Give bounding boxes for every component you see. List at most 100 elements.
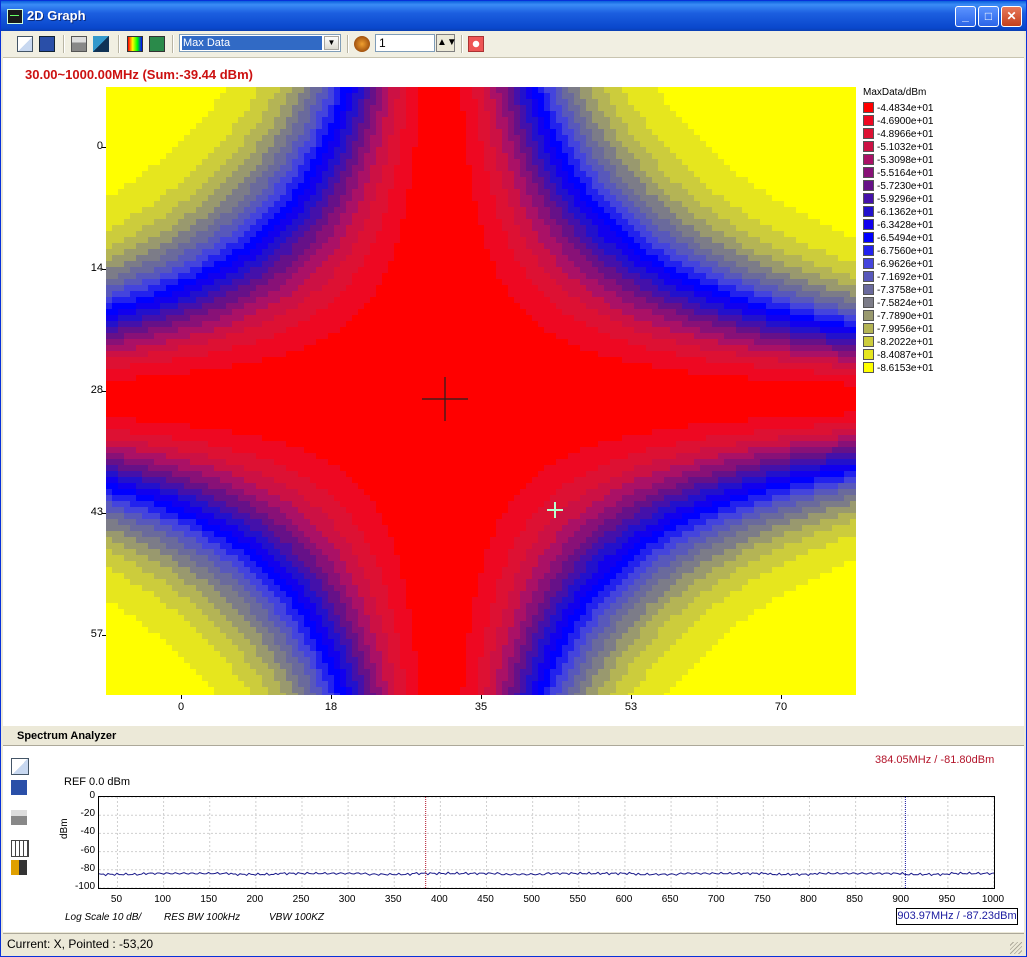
- legend-swatch: [863, 297, 874, 308]
- copy-icon[interactable]: [11, 758, 29, 775]
- graph-window: 2D Graph _ □ ✕ Max Data ▼ 1 ▲▼ 30.00~100…: [0, 0, 1027, 957]
- spectrum-header: Spectrum Analyzer: [3, 729, 1024, 746]
- legend-swatch: [863, 206, 874, 217]
- legend-label: -4.6900e+01: [877, 116, 934, 127]
- legend-label: -5.5164e+01: [877, 168, 934, 179]
- spectrum-y-tick: -60: [80, 844, 95, 856]
- x-tick-label: 0: [177, 701, 185, 713]
- toolbar-separator: [461, 35, 463, 53]
- status-text: Current: X, Pointed : -53,20: [7, 937, 154, 951]
- sort-icon[interactable]: [11, 860, 27, 875]
- graph-app-icon: [7, 9, 23, 24]
- step-spinner[interactable]: ▲▼: [436, 34, 457, 52]
- spectrum-trace: [98, 871, 995, 877]
- spectrum-y-tick: -80: [80, 862, 95, 874]
- copy-icon[interactable]: [17, 36, 33, 52]
- spectrum-y-tick: 0: [89, 790, 95, 801]
- maximize-button[interactable]: □: [978, 6, 999, 27]
- legend-entry: -8.6153e+01: [863, 362, 933, 375]
- spectrum-x-tick: 650: [661, 894, 679, 905]
- heatmap-svg: [106, 87, 856, 695]
- spectrum-y-tick: -40: [80, 826, 95, 838]
- print-icon[interactable]: [71, 36, 87, 52]
- display-icon[interactable]: [93, 36, 109, 52]
- y-tick-label: 0: [96, 140, 103, 152]
- x-tick-label: 18: [324, 701, 338, 713]
- print-icon[interactable]: [11, 810, 27, 825]
- status-bar: Current: X, Pointed : -53,20: [3, 933, 1024, 956]
- spectrum-x-tick: 900: [892, 894, 910, 905]
- y-tick-mark: [102, 269, 106, 270]
- refresh-image-icon[interactable]: [149, 36, 165, 52]
- spectrum-svg: [98, 796, 995, 889]
- y-tick-label: 28: [90, 384, 103, 396]
- y-tick-label: 14: [90, 262, 103, 274]
- record-icon[interactable]: [354, 36, 370, 52]
- marker-readout-bottom: 903.97MHz / -87.23dBm: [896, 908, 1018, 925]
- legend-entry: -6.3428e+01: [863, 219, 933, 232]
- spectrum-x-tick: 600: [615, 894, 633, 905]
- window-title: 2D Graph: [27, 8, 86, 23]
- legend-swatch: [863, 284, 874, 295]
- rbw-label: RES BW 100kHz: [164, 912, 241, 923]
- title-bar[interactable]: 2D Graph _ □ ✕: [1, 1, 1026, 31]
- legend-entry: -7.1692e+01: [863, 271, 933, 284]
- spectrum-x-tick: 400: [431, 894, 448, 905]
- graph-title: 30.00~1000.00MHz (Sum:-39.44 dBm): [25, 67, 253, 82]
- close-button[interactable]: ✕: [1001, 6, 1022, 27]
- legend-label: -7.9956e+01: [877, 324, 934, 335]
- legend-swatch: [863, 336, 874, 347]
- legend-label: -8.2022e+01: [877, 337, 934, 348]
- legend-swatch: [863, 362, 874, 373]
- legend-label: -4.4834e+01: [877, 103, 934, 114]
- pointer-crosshair: [547, 502, 563, 518]
- vbw-label: VBW 100KZ: [269, 912, 325, 923]
- legend-entry: -6.1362e+01: [863, 206, 933, 219]
- legend-swatch: [863, 245, 874, 256]
- toolbar: Max Data ▼ 1 ▲▼: [3, 31, 1024, 58]
- legend-entry: -5.7230e+01: [863, 180, 933, 193]
- spectrum-x-tick: 300: [338, 894, 356, 905]
- save-icon[interactable]: [11, 780, 27, 795]
- x-tick-mark: [331, 695, 332, 699]
- legend-label: -6.5494e+01: [877, 233, 934, 244]
- legend-swatch: [863, 180, 874, 191]
- legend-label: -4.8966e+01: [877, 129, 934, 140]
- legend-entry: -7.9956e+01: [863, 323, 933, 336]
- ref-level: REF 0.0 dBm: [64, 776, 131, 788]
- legend-swatch: [863, 232, 874, 243]
- x-tick-mark: [781, 695, 782, 699]
- legend-swatch: [863, 193, 874, 204]
- chevron-down-icon[interactable]: ▼: [324, 36, 339, 50]
- spectrum-ylabel: dBm: [59, 818, 70, 839]
- legend-entry: -8.2022e+01: [863, 336, 933, 349]
- color-palette-icon[interactable]: [127, 36, 143, 52]
- spectrum-x-tick: 450: [477, 894, 494, 905]
- legend-title: MaxData/dBm: [863, 87, 927, 98]
- table-icon[interactable]: [11, 840, 29, 857]
- heatmap[interactable]: [106, 87, 856, 695]
- save-icon[interactable]: [39, 36, 55, 52]
- legend-entry: -4.4834e+01: [863, 102, 933, 115]
- spectrum-x-tick: 800: [800, 894, 817, 905]
- spectrum-x-tick: 250: [292, 894, 310, 905]
- legend-entry: -4.6900e+01: [863, 115, 933, 128]
- legend-swatch: [863, 310, 874, 321]
- minimize-button[interactable]: _: [955, 6, 976, 27]
- y-tick-label: 57: [90, 628, 103, 640]
- legend-swatch: [863, 258, 874, 269]
- legend-entry: -6.7560e+01: [863, 245, 933, 258]
- spectrum-x-tick: 100: [154, 894, 171, 905]
- legend-label: -8.6153e+01: [877, 363, 934, 374]
- spectrum-x-tick: 150: [200, 894, 218, 905]
- stop-icon[interactable]: [468, 36, 484, 52]
- legend-swatch: [863, 128, 874, 139]
- spectrum-x-tick: 1000: [981, 894, 1005, 905]
- legend-swatch: [863, 167, 874, 178]
- y-tick-mark: [102, 513, 106, 514]
- legend-entry: -5.3098e+01: [863, 154, 933, 167]
- spectrum-plot[interactable]: [98, 796, 995, 889]
- data-select-dropdown[interactable]: Max Data ▼: [179, 34, 341, 52]
- step-input[interactable]: 1: [375, 34, 435, 52]
- resize-grip[interactable]: [1010, 942, 1022, 954]
